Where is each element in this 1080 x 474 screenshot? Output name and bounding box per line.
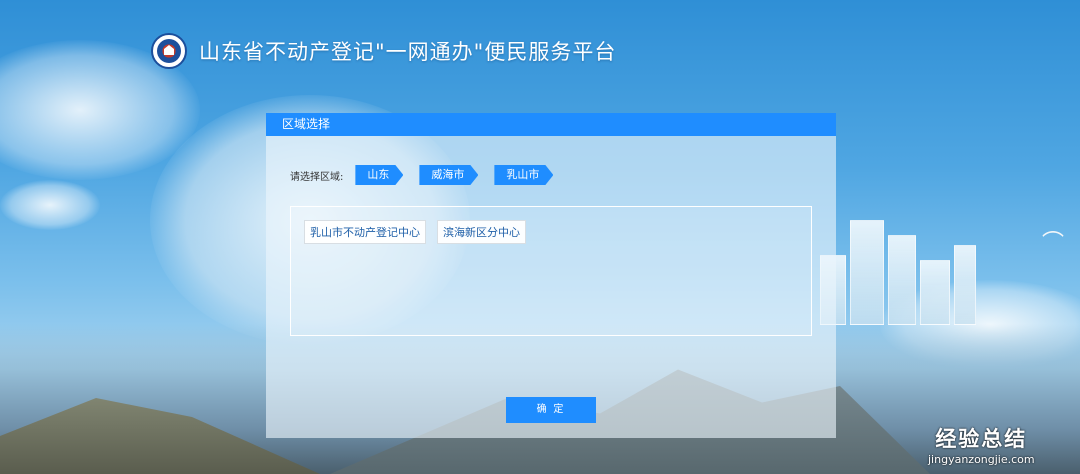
panel-title: 区域选择 [266,113,836,136]
background-buildings [820,215,980,325]
background-cloud [0,180,100,230]
watermark: 经验总结 jingyanzongjie.com [928,423,1035,466]
site-header: 山东省不动产登记"一网通办"便民服务平台 [151,33,616,69]
emblem-icon [151,33,187,69]
confirm-button[interactable]: 确 定 [506,397,596,423]
seagull-icon: ⌒ [1042,231,1065,256]
option-rushan-registration-center[interactable]: 乳山市不动产登记中心 [304,220,426,244]
region-select-panel: 区域选择 请选择区域: 山东 威海市 乳山市 乳山市不动产登记中心 滨海新区分中… [266,113,836,438]
breadcrumb-province[interactable]: 山东 [355,165,403,185]
breadcrumb-city[interactable]: 威海市 [419,165,478,185]
option-binhai-branch-center[interactable]: 滨海新区分中心 [437,220,526,244]
center-options-box: 乳山市不动产登记中心 滨海新区分中心 [290,206,812,336]
watermark-text: 经验总结 [935,427,1028,451]
watermark-url: jingyanzongjie.com [928,453,1035,466]
site-title: 山东省不动产登记"一网通办"便民服务平台 [199,40,617,64]
breadcrumb-county[interactable]: 乳山市 [494,165,553,185]
region-breadcrumb: 请选择区域: 山东 威海市 乳山市 [290,165,569,185]
background-cloud [880,280,1080,370]
region-label: 请选择区域: [290,171,344,183]
